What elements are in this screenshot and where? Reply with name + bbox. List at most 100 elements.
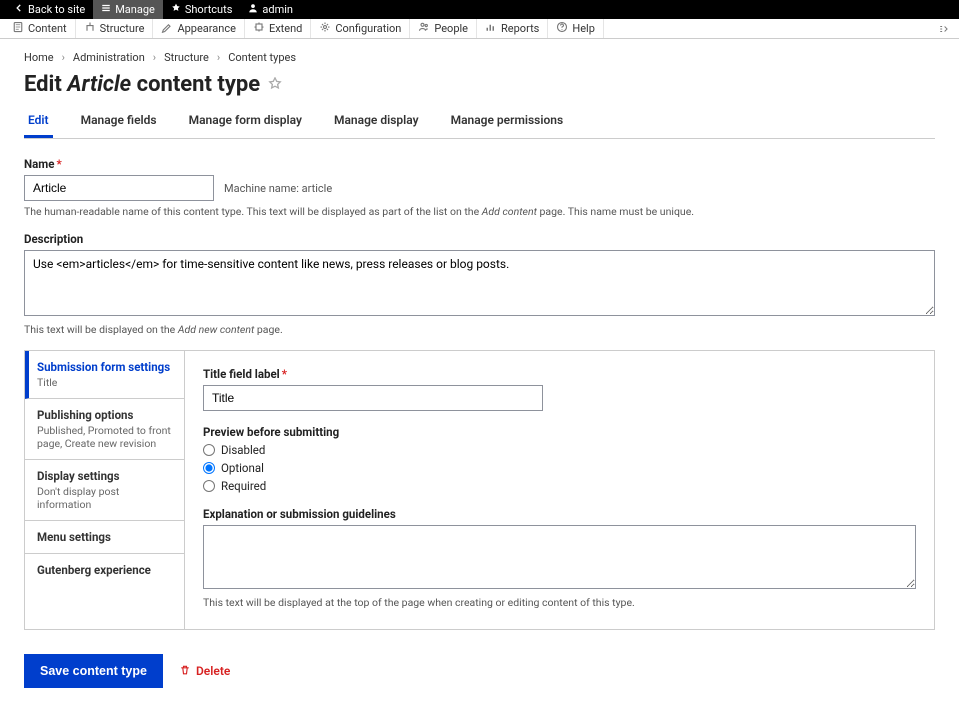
- primary-tabs: Edit Manage fields Manage form display M…: [24, 107, 935, 139]
- breadcrumb-structure[interactable]: Structure: [164, 51, 209, 64]
- hamburger-icon: [101, 3, 111, 16]
- reports-icon: [485, 21, 497, 36]
- page-title-suffix: content type: [131, 72, 260, 97]
- name-help: The human-readable name of this content …: [24, 205, 935, 218]
- trash-icon: [179, 664, 191, 679]
- machine-name-label: Machine name:: [224, 182, 302, 195]
- preview-optional-label: Optional: [221, 461, 264, 475]
- vt-display[interactable]: Display settings Don't display post info…: [25, 460, 184, 521]
- orientation-toggle[interactable]: [933, 19, 955, 38]
- description-textarea[interactable]: Use <em>articles</em> for time-sensitive…: [24, 250, 935, 316]
- admin-menu-content[interactable]: Content: [4, 19, 76, 38]
- title-field-label: Title field label*: [203, 367, 916, 381]
- user-label: admin: [262, 3, 293, 16]
- admin-menu-people-label: People: [434, 22, 468, 35]
- tab-manage-fields[interactable]: Manage fields: [77, 107, 161, 138]
- star-icon: [171, 3, 181, 16]
- admin-menu-people[interactable]: People: [410, 19, 477, 38]
- preview-disabled-radio[interactable]: [203, 444, 215, 456]
- admin-menu-structure[interactable]: Structure: [76, 19, 154, 38]
- required-marker: *: [56, 157, 61, 171]
- vt-submission[interactable]: Submission form settings Title: [25, 351, 184, 399]
- page-content: Home › Administration › Structure › Cont…: [0, 39, 959, 712]
- admin-menu-help[interactable]: Help: [548, 19, 604, 38]
- name-input[interactable]: [24, 175, 214, 201]
- preview-required-radio[interactable]: [203, 480, 215, 492]
- tab-edit[interactable]: Edit: [24, 107, 53, 138]
- page-title-em: Article: [67, 72, 131, 97]
- admin-menu-configuration-label: Configuration: [335, 22, 401, 35]
- preview-required[interactable]: Required: [203, 479, 916, 493]
- vt-menu-settings[interactable]: Menu settings: [25, 521, 184, 554]
- title-field-label-text: Title field label: [203, 367, 280, 381]
- admin-menu-appearance-label: Appearance: [177, 22, 236, 35]
- admin-menu-extend[interactable]: Extend: [245, 19, 311, 38]
- manage-label: Manage: [115, 3, 155, 16]
- name-label-text: Name: [24, 157, 54, 171]
- tab-manage-display[interactable]: Manage display: [330, 107, 423, 138]
- user-link[interactable]: admin: [240, 0, 301, 19]
- preview-disabled[interactable]: Disabled: [203, 443, 916, 457]
- preview-label: Preview before submitting: [203, 425, 916, 439]
- admin-menu-help-label: Help: [572, 22, 595, 35]
- required-marker: *: [282, 367, 287, 381]
- preview-optional[interactable]: Optional: [203, 461, 916, 475]
- preview-disabled-label: Disabled: [221, 443, 265, 457]
- shortcuts-link[interactable]: Shortcuts: [163, 0, 241, 19]
- manage-link[interactable]: Manage: [93, 0, 163, 19]
- people-icon: [418, 21, 430, 36]
- vt-submission-title: Submission form settings: [37, 360, 172, 374]
- breadcrumb-administration[interactable]: Administration: [73, 51, 145, 64]
- machine-name-value: article: [302, 182, 333, 195]
- breadcrumb-sep: ›: [62, 51, 65, 64]
- preview-optional-radio[interactable]: [203, 462, 215, 474]
- breadcrumb-home[interactable]: Home: [24, 51, 54, 64]
- admin-menu-appearance[interactable]: Appearance: [153, 19, 245, 38]
- description-help: This text will be displayed on the Add n…: [24, 323, 935, 336]
- admin-menu-structure-label: Structure: [100, 22, 145, 35]
- admin-menu-reports[interactable]: Reports: [477, 19, 548, 38]
- vt-publishing-summary: Published, Promoted to front page, Creat…: [37, 424, 172, 450]
- vt-menu-title: Menu settings: [37, 530, 172, 544]
- breadcrumb-content-types[interactable]: Content types: [228, 51, 296, 64]
- vt-display-title: Display settings: [37, 469, 172, 483]
- vt-gutenberg-title: Gutenberg experience: [37, 563, 172, 577]
- explanation-label: Explanation or submission guidelines: [203, 507, 916, 521]
- tab-manage-permissions[interactable]: Manage permissions: [447, 107, 568, 138]
- preview-required-label: Required: [221, 479, 266, 493]
- back-icon: [14, 3, 24, 16]
- page-title: Edit Article content type: [24, 72, 935, 97]
- description-label: Description: [24, 232, 935, 246]
- name-field-group: Name* Machine name: article The human-re…: [24, 157, 935, 218]
- vertical-tabs-menu: Submission form settings Title Publishin…: [25, 351, 185, 629]
- title-field-input[interactable]: [203, 385, 543, 411]
- save-button[interactable]: Save content type: [24, 654, 163, 688]
- vt-publishing[interactable]: Publishing options Published, Promoted t…: [25, 399, 184, 460]
- extend-icon: [253, 21, 265, 36]
- shortcuts-label: Shortcuts: [185, 3, 233, 16]
- admin-topbar: Back to site Manage Shortcuts admin: [0, 0, 959, 19]
- back-to-site-link[interactable]: Back to site: [6, 0, 93, 19]
- admin-menu-reports-label: Reports: [501, 22, 539, 35]
- tab-manage-form-display[interactable]: Manage form display: [185, 107, 306, 138]
- machine-name: Machine name: article: [224, 182, 332, 195]
- breadcrumb: Home › Administration › Structure › Cont…: [24, 51, 935, 64]
- vt-gutenberg[interactable]: Gutenberg experience: [25, 554, 184, 586]
- admin-menu-configuration[interactable]: Configuration: [311, 19, 410, 38]
- explanation-textarea[interactable]: [203, 525, 916, 589]
- title-field-group: Title field label*: [203, 367, 916, 411]
- structure-icon: [84, 21, 96, 36]
- back-to-site-label: Back to site: [28, 3, 85, 16]
- description-field-group: Description Use <em>articles</em> for ti…: [24, 232, 935, 336]
- content-icon: [12, 21, 24, 36]
- explanation-group: Explanation or submission guidelines Thi…: [203, 507, 916, 609]
- admin-menu: Content Structure Appearance Extend Conf…: [0, 19, 959, 39]
- page-title-prefix: Edit: [24, 72, 67, 97]
- admin-menu-content-label: Content: [28, 22, 67, 35]
- delete-link[interactable]: Delete: [179, 664, 230, 679]
- user-icon: [248, 3, 258, 16]
- preview-group: Preview before submitting Disabled Optio…: [203, 425, 916, 493]
- vt-publishing-title: Publishing options: [37, 408, 172, 422]
- form-actions: Save content type Delete: [24, 654, 935, 688]
- shortcut-star-icon[interactable]: [268, 72, 282, 97]
